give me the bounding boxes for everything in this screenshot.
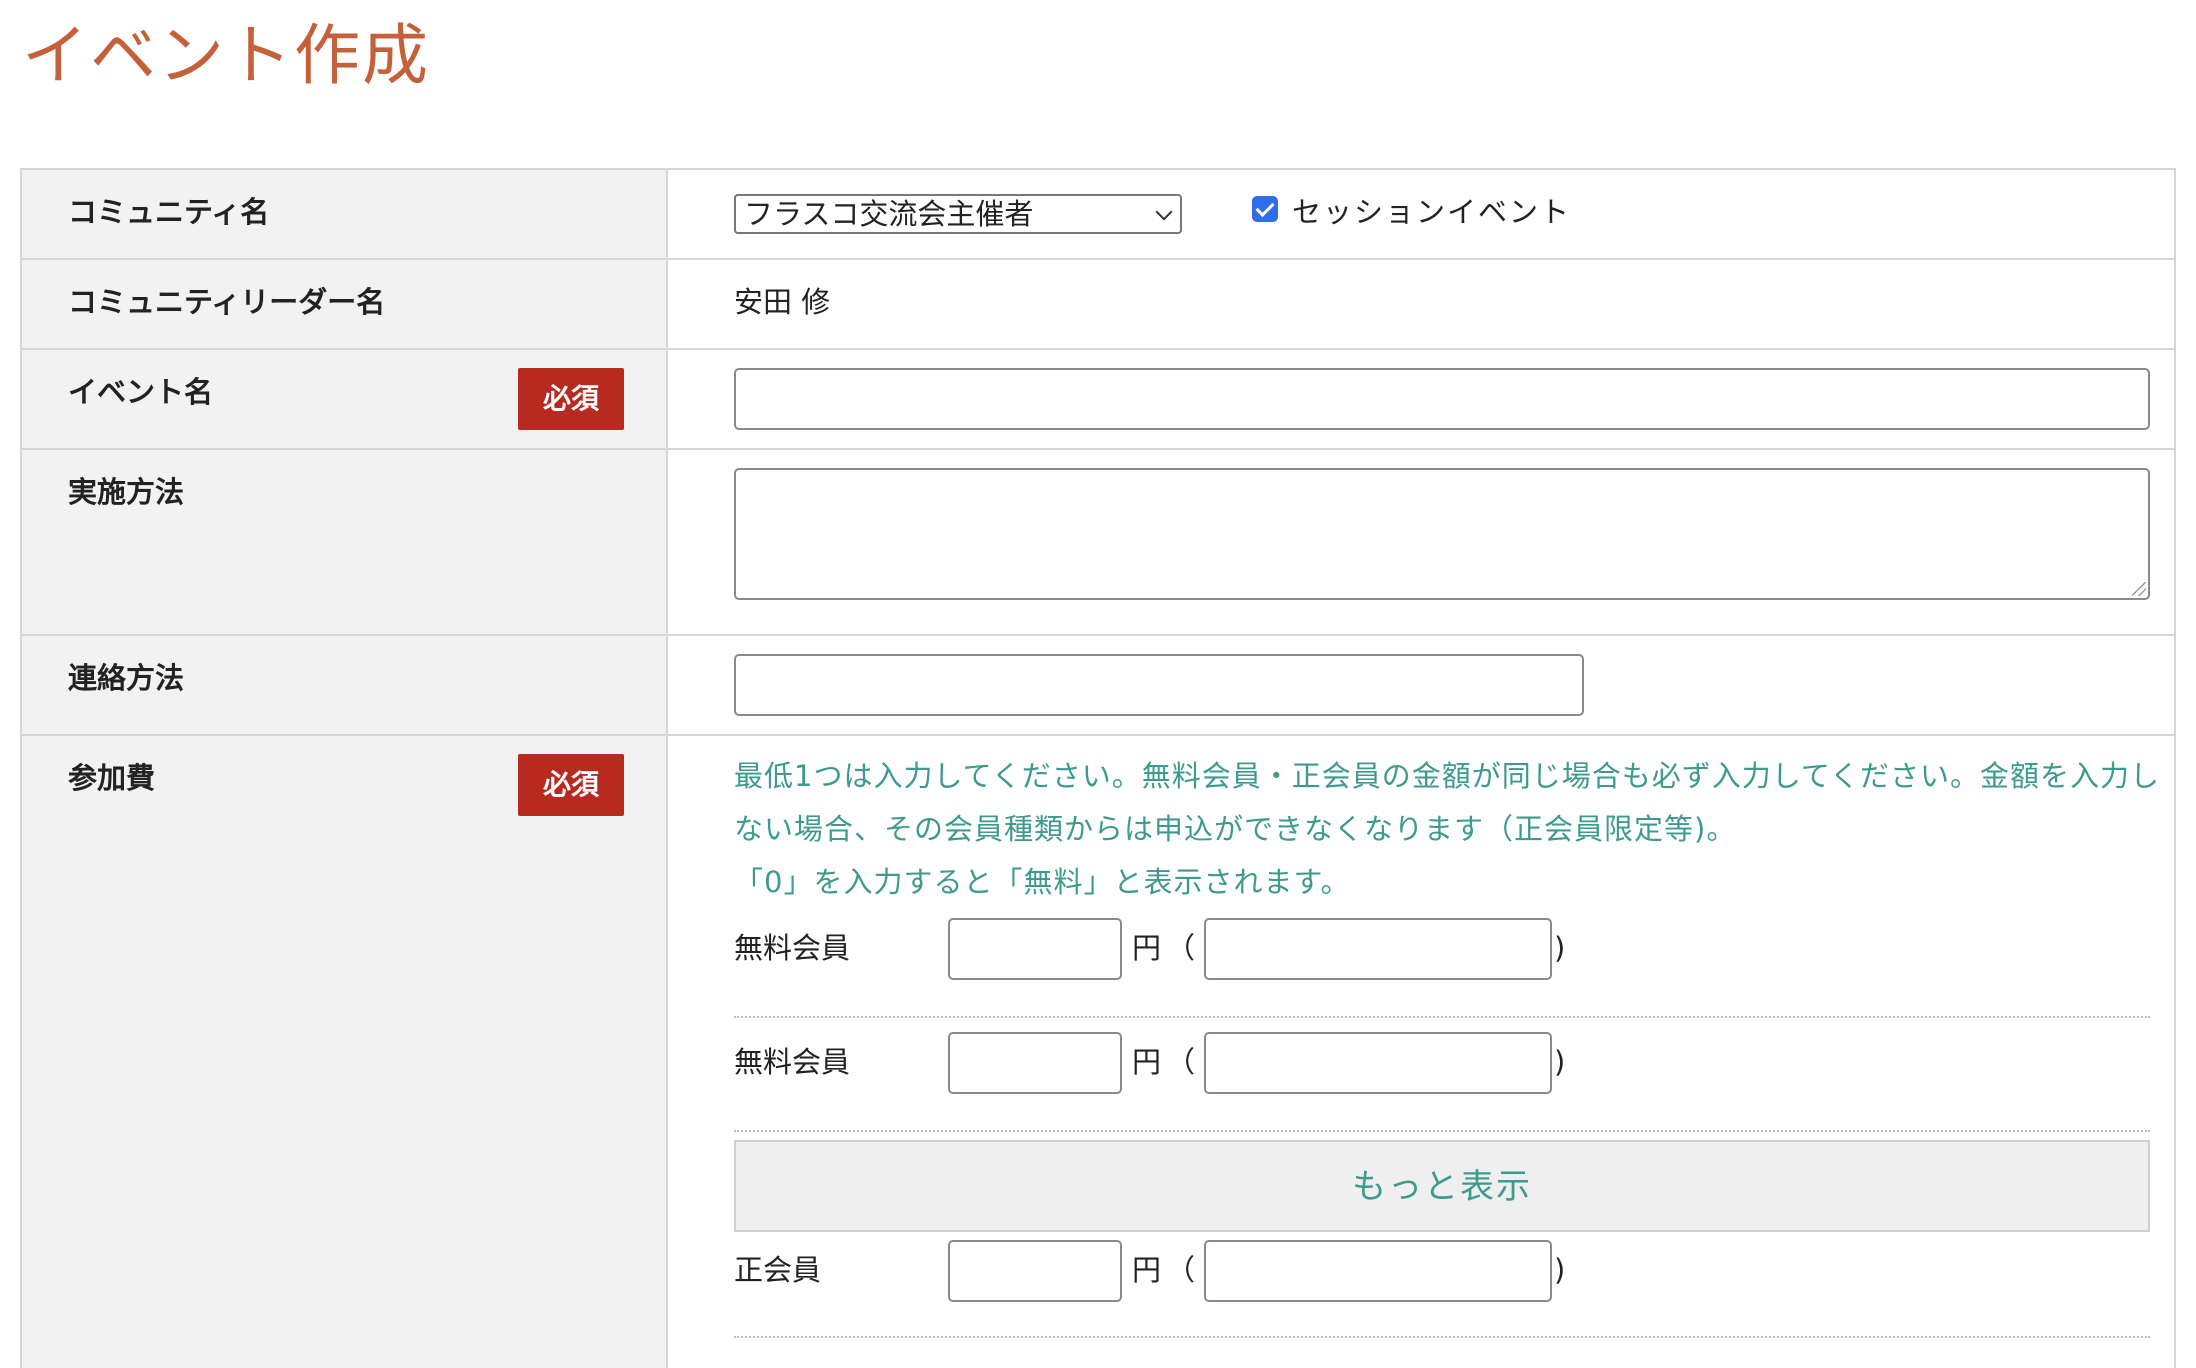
divider: [734, 1336, 2150, 1338]
paren-open: （: [1166, 1253, 1196, 1287]
row-event-name: イベント名 必須: [22, 350, 2174, 450]
yen-label: 円: [1132, 1045, 1162, 1079]
divider: [734, 1016, 2150, 1018]
fee-memo-input[interactable]: [1204, 1240, 1552, 1302]
fee-amount-input[interactable]: [948, 1240, 1122, 1302]
leader-name-label: コミュニティリーダー名: [68, 285, 386, 319]
contact-label: 連絡方法: [68, 661, 185, 695]
fee-member-type: 正会員: [734, 1253, 822, 1287]
label-cell: 実施方法: [22, 450, 668, 634]
label-cell: コミュニティリーダー名: [22, 260, 668, 348]
value-cell: 安田 修: [668, 260, 2174, 348]
fee-note-line-1: 最低1つは入力してください。無料会員・正会員の金額が同じ場合も必ず入力してくださ…: [734, 759, 2160, 846]
fee-memo-input[interactable]: [1204, 918, 1552, 980]
paren-close: ): [1554, 931, 1566, 965]
value-cell: 最低1つは入力してください。無料会員・正会員の金額が同じ場合も必ず入力してくださ…: [668, 736, 2174, 1368]
paren-open: （: [1166, 931, 1196, 965]
yen-label: 円: [1132, 931, 1162, 965]
fee-member-type: 無料会員: [734, 931, 851, 965]
fee-amount-input[interactable]: [948, 918, 1122, 980]
row-contact: 連絡方法: [22, 636, 2174, 736]
contact-input[interactable]: [734, 654, 1584, 716]
page-title: イベント作成: [22, 17, 430, 94]
required-badge: 必須: [518, 368, 624, 430]
row-community-name: コミュニティ名 フラスコ交流会主催者 セッションイベント: [22, 170, 2174, 260]
method-label: 実施方法: [68, 475, 185, 509]
event-form-table: コミュニティ名 フラスコ交流会主催者 セッションイベント コミュニティリーダー名…: [20, 168, 2176, 1368]
event-name-label: イベント名: [68, 375, 214, 409]
fee-memo-input[interactable]: [1204, 1032, 1552, 1094]
leader-name-value: 安田 修: [734, 285, 831, 319]
paren-close: ): [1554, 1045, 1566, 1079]
method-textarea[interactable]: [734, 468, 2150, 600]
event-name-input[interactable]: [734, 368, 2150, 430]
fee-amount-input[interactable]: [948, 1032, 1122, 1094]
resize-handle-icon[interactable]: [2132, 582, 2146, 596]
value-cell: フラスコ交流会主催者 セッションイベント: [668, 170, 2174, 258]
divider: [734, 1130, 2150, 1132]
value-cell: [668, 636, 2174, 734]
required-badge: 必須: [518, 754, 624, 816]
fee-label: 参加費: [68, 761, 156, 795]
paren-open: （: [1166, 1045, 1196, 1079]
fee-note-line-2: 「0」を入力すると「無料」と表示されます。: [734, 865, 1351, 899]
value-cell: [668, 350, 2174, 448]
community-select-value: フラスコ交流会主催者: [744, 197, 1034, 231]
row-fee: 参加費 必須 最低1つは入力してください。無料会員・正会員の金額が同じ場合も必ず…: [22, 736, 2174, 1368]
label-cell: 参加費 必須: [22, 736, 668, 1368]
session-event-checkbox[interactable]: [1252, 196, 1278, 222]
session-event-label[interactable]: セッションイベント: [1292, 192, 1571, 232]
chevron-down-icon: [1155, 203, 1173, 221]
community-select[interactable]: フラスコ交流会主催者: [734, 194, 1182, 234]
value-cell: [668, 450, 2174, 634]
paren-close: ): [1554, 1253, 1566, 1287]
row-method: 実施方法: [22, 450, 2174, 636]
fee-member-type: 無料会員: [734, 1045, 851, 1079]
yen-label: 円: [1132, 1253, 1162, 1287]
community-name-label: コミュニティ名: [68, 195, 270, 229]
fee-note: 最低1つは入力してください。無料会員・正会員の金額が同じ場合も必ず入力してくださ…: [734, 750, 2164, 909]
label-cell: コミュニティ名: [22, 170, 668, 258]
show-more-button[interactable]: もっと表示: [734, 1140, 2150, 1232]
row-leader-name: コミュニティリーダー名 安田 修: [22, 260, 2174, 350]
label-cell: イベント名 必須: [22, 350, 668, 448]
label-cell: 連絡方法: [22, 636, 668, 734]
